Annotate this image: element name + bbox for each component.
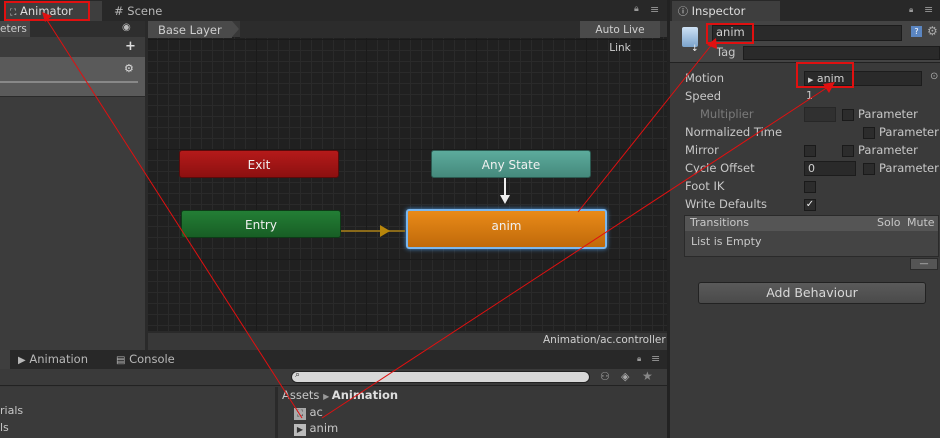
- annotation-line-animator: [44, 16, 303, 419]
- annotation-arrowhead-motion: [823, 82, 835, 93]
- annotation-arrows: [42, 12, 835, 419]
- annotation-arrowhead-state-name: [707, 38, 717, 49]
- annotation-line-anim-asset: [321, 86, 829, 419]
- annotation-line-state-name: [577, 42, 714, 213]
